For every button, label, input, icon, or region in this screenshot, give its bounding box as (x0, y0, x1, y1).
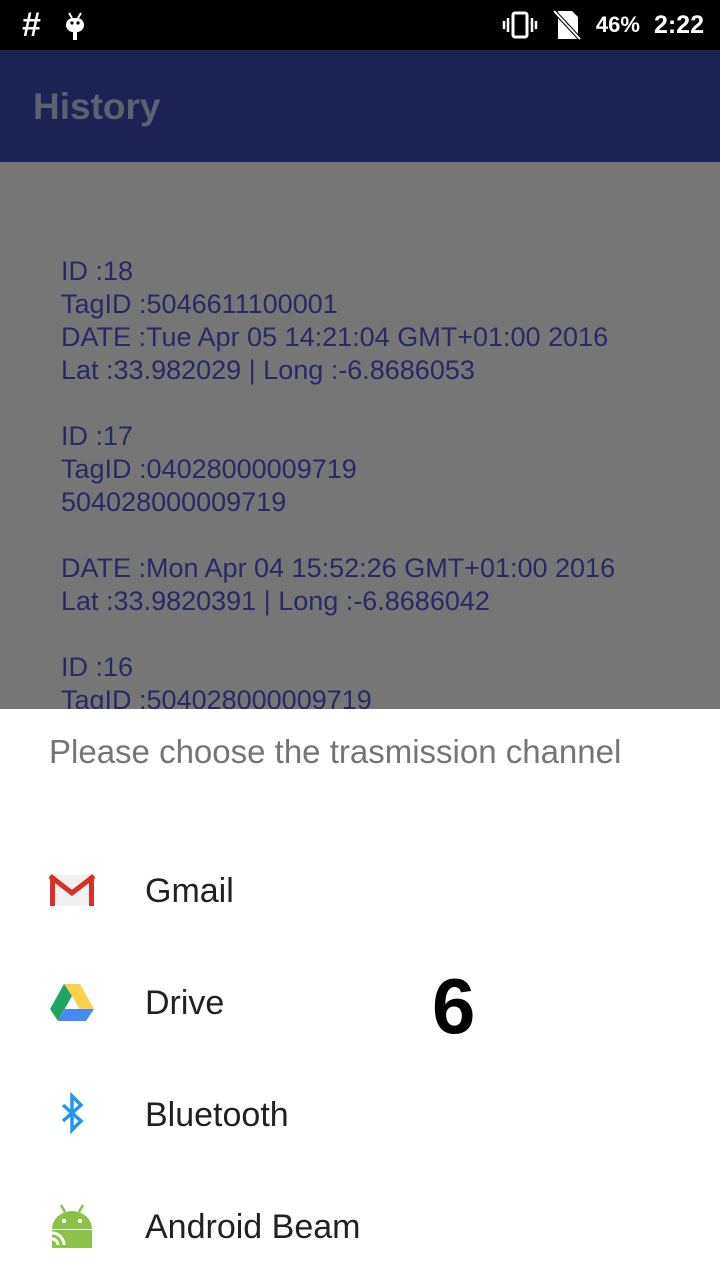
status-left: # (22, 6, 87, 44)
entry-tag-id: TagID :5046611100001 (61, 289, 338, 319)
history-list: ID :18 TagID :5046611100001 DATE :Tue Ap… (61, 255, 615, 709)
entry-id: ID :18 (61, 256, 134, 286)
battery-level: 46% (595, 12, 640, 37)
share-option-gmail[interactable]: Gmail (0, 833, 720, 945)
share-option-label: Gmail (145, 872, 234, 910)
clock: 2:22 (653, 10, 704, 39)
entry-id: ID :17 (61, 421, 134, 451)
android-debug-icon (65, 12, 84, 40)
entry-tag-id: TagID :04028000009719 (61, 454, 357, 484)
status-right: 46% 2:22 (502, 0, 704, 50)
no-sim-icon (552, 9, 582, 41)
status-bar: # 46% 2:22 (0, 0, 720, 50)
share-option-label: Android Beam (145, 1208, 361, 1246)
entry-id: ID :16 (61, 652, 134, 682)
entry-tag-id: TagID :504028000009719 (61, 685, 372, 709)
bluetooth-icon (61, 1091, 84, 1135)
share-option-label: Drive (145, 984, 225, 1022)
entry-blank-line (61, 519, 615, 552)
entry-date: DATE :Tue Apr 05 14:21:04 GMT+01:00 2016 (61, 322, 609, 352)
entry-tag-id-continued: 504028000009719 (61, 487, 287, 517)
android-beam-icon (51, 1204, 92, 1248)
chooser-title: Please choose the trasmission channel (49, 733, 622, 770)
entry-date: DATE :Mon Apr 04 15:52:26 GMT+01:00 2016 (61, 553, 616, 583)
vibrate-icon (502, 11, 538, 39)
app-bar: History (0, 50, 720, 162)
share-option-bluetooth[interactable]: Bluetooth (0, 1057, 720, 1169)
share-chooser-sheet: Please choose the trasmission channel Gm… (0, 709, 720, 1280)
share-option-label: Bluetooth (145, 1096, 289, 1134)
share-option-android-beam[interactable]: Android Beam (0, 1169, 720, 1281)
history-entry: ID :17 TagID :04028000009719 50402800000… (61, 420, 615, 618)
page-title: History (33, 86, 161, 127)
history-entry: ID :18 TagID :5046611100001 DATE :Tue Ap… (61, 255, 615, 387)
hash-icon: # (22, 6, 41, 44)
drive-icon (50, 984, 94, 1021)
history-entry: ID :16 TagID :504028000009719 (61, 651, 615, 709)
share-option-drive[interactable]: Drive (0, 945, 720, 1057)
gmail-icon (49, 874, 95, 906)
history-content: ID :18 TagID :5046611100001 DATE :Tue Ap… (0, 162, 720, 709)
entry-location: Lat :33.9820391 | Long :-6.8686042 (61, 586, 490, 616)
entry-location: Lat :33.982029 | Long :-6.8686053 (61, 355, 475, 385)
overlay-number-label: 6 (432, 962, 476, 1050)
